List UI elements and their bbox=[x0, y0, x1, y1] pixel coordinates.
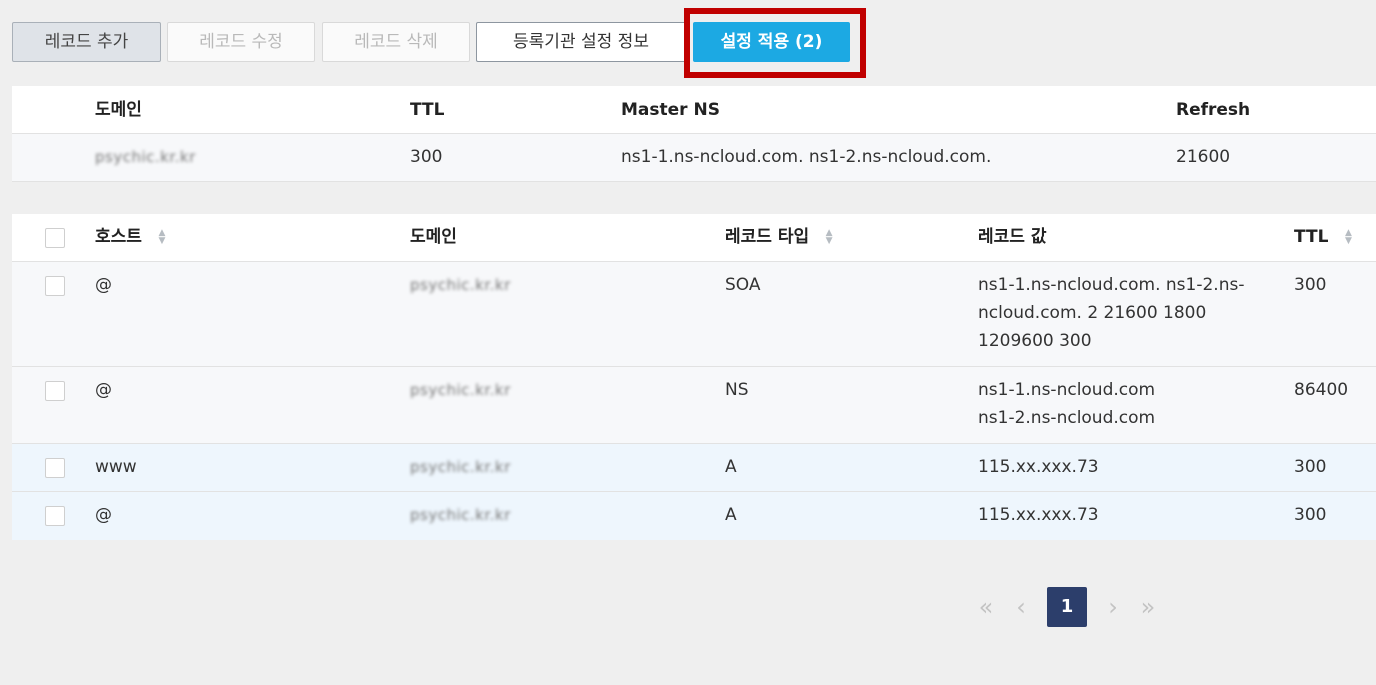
sort-arrows-icon[interactable]: ▲ ▼ bbox=[823, 229, 835, 246]
table-row[interactable]: @ psychic.kr.kr SOA ns1-1.ns-ncloud.com.… bbox=[12, 262, 1376, 367]
page-1-button[interactable]: 1 bbox=[1047, 587, 1087, 627]
header-record-type[interactable]: 레코드 타입 ▲ ▼ bbox=[725, 223, 835, 251]
record-value-line: ns1-2.ns-ncloud.com bbox=[978, 408, 1156, 428]
edit-record-button[interactable]: 레코드 수정 bbox=[167, 22, 315, 62]
zone-ttl: 300 bbox=[410, 147, 443, 167]
records-header-row: 호스트 ▲ ▼ 도메인 레코드 타입 ▲ ▼ 레코드 값 TTL ▲ ▼ bbox=[12, 214, 1376, 262]
table-row[interactable]: @ psychic.kr.kr A 115.xx.xxx.73 300 bbox=[12, 492, 1376, 540]
record-host: www bbox=[95, 457, 137, 477]
sort-arrows-icon[interactable]: ▲ ▼ bbox=[1342, 229, 1354, 246]
record-value-line: ncloud.com. 2 21600 1800 bbox=[978, 303, 1207, 323]
records-table: 호스트 ▲ ▼ 도메인 레코드 타입 ▲ ▼ 레코드 값 TTL ▲ ▼ @ psychic… bbox=[12, 214, 1376, 540]
record-host: @ bbox=[95, 380, 112, 400]
record-ttl: 300 bbox=[1294, 457, 1327, 477]
record-type: A bbox=[725, 457, 737, 477]
header-domain: 도메인 bbox=[410, 227, 457, 247]
double-chevron-right-icon[interactable]: » bbox=[1132, 587, 1164, 627]
delete-record-button[interactable]: 레코드 삭제 bbox=[322, 22, 470, 62]
record-type: SOA bbox=[725, 275, 761, 295]
zone-header-domain: 도메인 bbox=[95, 100, 142, 120]
double-chevron-left-icon[interactable]: « bbox=[970, 587, 1002, 627]
toolbar: 레코드 추가 레코드 수정 레코드 삭제 등록기관 설정 정보 설정 적용 (2… bbox=[0, 0, 1376, 80]
row-checkbox[interactable] bbox=[45, 506, 65, 526]
pagination: « ‹ 1 › » bbox=[0, 587, 1376, 629]
zone-header-row: 도메인 TTL Master NS Refresh bbox=[12, 86, 1376, 134]
row-checkbox[interactable] bbox=[45, 276, 65, 296]
row-checkbox[interactable] bbox=[45, 458, 65, 478]
row-checkbox[interactable] bbox=[45, 381, 65, 401]
record-value-line: 1209600 300 bbox=[978, 331, 1092, 351]
registrar-info-button[interactable]: 등록기관 설정 정보 bbox=[476, 22, 686, 62]
record-ttl: 86400 bbox=[1294, 380, 1349, 400]
zone-refresh: 21600 bbox=[1176, 147, 1231, 167]
record-domain: psychic.kr.kr bbox=[410, 381, 511, 399]
add-record-button[interactable]: 레코드 추가 bbox=[12, 22, 161, 62]
record-ttl: 300 bbox=[1294, 505, 1327, 525]
header-ttl[interactable]: TTL ▲ ▼ bbox=[1294, 223, 1354, 251]
zone-header-master-ns: Master NS bbox=[621, 100, 720, 120]
header-host[interactable]: 호스트 ▲ ▼ bbox=[95, 223, 168, 251]
zone-master-ns: ns1-1.ns-ncloud.com. ns1-2.ns-ncloud.com… bbox=[621, 147, 992, 167]
highlight-box bbox=[684, 8, 866, 78]
record-host: @ bbox=[95, 505, 112, 525]
record-domain: psychic.kr.kr bbox=[410, 458, 511, 476]
zone-header-ttl: TTL bbox=[410, 100, 445, 120]
record-ttl: 300 bbox=[1294, 275, 1327, 295]
chevron-right-icon[interactable]: › bbox=[1098, 587, 1128, 627]
select-all-checkbox[interactable] bbox=[45, 228, 65, 248]
record-value-line: ns1-1.ns-ncloud.com. ns1-2.ns- bbox=[978, 275, 1245, 295]
record-type: A bbox=[725, 505, 737, 525]
table-row[interactable]: @ psychic.kr.kr NS ns1-1.ns-ncloud.com n… bbox=[12, 367, 1376, 444]
record-value-line: 115.xx.xxx.73 bbox=[978, 505, 1099, 525]
zone-header-refresh: Refresh bbox=[1176, 100, 1251, 120]
record-host: @ bbox=[95, 275, 112, 295]
header-record-value: 레코드 값 bbox=[978, 227, 1047, 247]
chevron-left-icon[interactable]: ‹ bbox=[1006, 587, 1036, 627]
table-row[interactable]: www psychic.kr.kr A 115.xx.xxx.73 300 bbox=[12, 444, 1376, 492]
record-value-line: ns1-1.ns-ncloud.com bbox=[978, 380, 1156, 400]
record-domain: psychic.kr.kr bbox=[410, 506, 511, 524]
record-domain: psychic.kr.kr bbox=[410, 276, 511, 294]
zone-domain: psychic.kr.kr bbox=[95, 148, 196, 166]
record-value-line: 115.xx.xxx.73 bbox=[978, 457, 1099, 477]
zone-data-row: psychic.kr.kr 300 ns1-1.ns-ncloud.com. n… bbox=[12, 134, 1376, 182]
sort-arrows-icon[interactable]: ▲ ▼ bbox=[156, 229, 168, 246]
zone-summary-table: 도메인 TTL Master NS Refresh psychic.kr.kr … bbox=[12, 86, 1376, 182]
record-type: NS bbox=[725, 380, 749, 400]
